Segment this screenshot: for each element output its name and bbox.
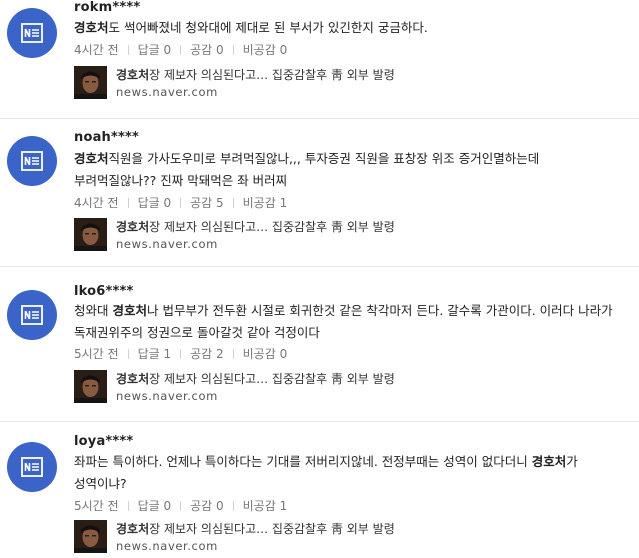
comment-author[interactable]: noah**** — [74, 130, 139, 145]
news-keyword: 경호처 — [116, 220, 150, 234]
news-title[interactable]: 경호처장 제보자 의심된다고… 집중감찰후 靑 외부 발령 — [116, 520, 395, 537]
comment-list: rokm**** 경호처도 썩어빠졌네 청와대에 제대로 된 부서가 있긴한지 … — [0, 0, 639, 558]
reply-button[interactable]: 답글 0 — [138, 41, 172, 58]
avatar[interactable] — [7, 136, 57, 186]
divider — [232, 500, 234, 511]
news-source: news.naver.com — [116, 389, 218, 403]
news-title[interactable]: 경호처장 제보자 의심된다고… 집중감찰후 靑 외부 발령 — [116, 218, 395, 235]
comment-meta: 4시간 전 답글 0 공감 0 비공감 0 — [74, 41, 287, 58]
comment-text: 직원을 가사도우미로 부려먹질않나,,, 투자증권 직원을 표창장 위조 증거인… — [74, 151, 540, 188]
like-button[interactable]: 공감 0 — [190, 497, 224, 514]
dislike-button[interactable]: 비공감 1 — [243, 194, 288, 211]
comment-text: 나 법무부가 전두환 시절로 회귀한것 같은 착각마저 든다. 갈수록 가관이다… — [74, 303, 613, 340]
reply-button[interactable]: 답글 1 — [138, 345, 172, 362]
news-source: news.naver.com — [116, 237, 218, 251]
news-link[interactable]: 경호처장 제보자 의심된다고… 집중감찰후 靑 외부 발령 news.naver… — [74, 218, 574, 254]
comment-time: 5시간 전 — [74, 499, 119, 513]
dislike-button[interactable]: 비공감 1 — [243, 497, 288, 514]
comment-body: 경호처직원을 가사도우미로 부려먹질않나,,, 투자증권 직원을 표창장 위조 … — [74, 148, 619, 192]
naver-news-icon — [21, 151, 43, 171]
news-title[interactable]: 경호처장 제보자 의심된다고… 집중감찰후 靑 외부 발령 — [116, 370, 395, 387]
comment-time: 4시간 전 — [74, 196, 119, 210]
news-title-text: 장 제보자 의심된다고… 집중감찰후 靑 외부 발령 — [149, 220, 395, 234]
divider — [127, 44, 129, 55]
like-button[interactable]: 공감 5 — [190, 194, 224, 211]
news-link[interactable]: 경호처장 제보자 의심된다고… 집중감찰후 靑 외부 발령 news.naver… — [74, 520, 574, 556]
news-title-text: 장 제보자 의심된다고… 집중감찰후 靑 외부 발령 — [149, 522, 395, 536]
reply-button[interactable]: 답글 0 — [138, 194, 172, 211]
comment-item: loya**** 좌파는 특이하다. 언제나 특이하다는 기대를 저버리지않네.… — [0, 434, 639, 558]
dislike-button[interactable]: 비공감 0 — [243, 345, 288, 362]
naver-news-icon — [21, 305, 43, 325]
avatar[interactable] — [7, 442, 57, 492]
comment-item: rokm**** 경호처도 썩어빠졌네 청와대에 제대로 된 부서가 있긴한지 … — [0, 0, 639, 110]
news-thumbnail — [74, 66, 107, 99]
comment-meta: 4시간 전 답글 0 공감 5 비공감 1 — [74, 194, 287, 211]
comment-text: 도 썩어빠졌네 청와대에 제대로 된 부서가 있긴한지 궁금하다. — [108, 20, 428, 35]
news-keyword: 경호처 — [116, 68, 150, 82]
divider — [180, 44, 182, 55]
divider — [0, 421, 639, 422]
news-title[interactable]: 경호처장 제보자 의심된다고… 집중감찰후 靑 외부 발령 — [116, 66, 395, 83]
news-thumbnail — [74, 370, 107, 403]
news-thumbnail — [74, 218, 107, 251]
like-button[interactable]: 공감 2 — [190, 345, 224, 362]
comment-time: 5시간 전 — [74, 347, 119, 361]
reply-button[interactable]: 답글 0 — [138, 497, 172, 514]
divider — [232, 44, 234, 55]
divider — [180, 348, 182, 359]
avatar[interactable] — [7, 8, 57, 58]
divider — [0, 118, 639, 119]
news-title-text: 장 제보자 의심된다고… 집중감찰후 靑 외부 발령 — [149, 372, 395, 386]
comment-author[interactable]: lko6**** — [74, 284, 134, 299]
comment-item: lko6**** 청와대 경호처나 법무부가 전두환 시절로 회귀한것 같은 착… — [0, 282, 639, 412]
comment-keyword: 경호처 — [531, 454, 567, 469]
news-source: news.naver.com — [116, 85, 218, 99]
naver-news-icon — [21, 23, 43, 43]
comment-meta: 5시간 전 답글 0 공감 0 비공감 1 — [74, 497, 287, 514]
news-thumbnail — [74, 520, 107, 553]
divider — [127, 500, 129, 511]
divider — [232, 197, 234, 208]
comment-item: noah**** 경호처직원을 가사도우미로 부려먹질않나,,, 투자증권 직원… — [0, 128, 639, 258]
divider — [180, 500, 182, 511]
naver-news-icon — [21, 457, 43, 477]
comment-body: 좌파는 특이하다. 언제나 특이하다는 기대를 저버리지않네. 전정부때는 성역… — [74, 451, 619, 495]
divider — [180, 197, 182, 208]
dislike-button[interactable]: 비공감 0 — [243, 41, 288, 58]
comment-meta: 5시간 전 답글 1 공감 2 비공감 0 — [74, 345, 287, 362]
news-title-text: 장 제보자 의심된다고… 집중감찰후 靑 외부 발령 — [149, 68, 395, 82]
news-keyword: 경호처 — [116, 372, 150, 386]
news-link[interactable]: 경호처장 제보자 의심된다고… 집중감찰후 靑 외부 발령 news.naver… — [74, 66, 574, 102]
divider — [232, 348, 234, 359]
comment-body: 청와대 경호처나 법무부가 전두환 시절로 회귀한것 같은 착각마저 든다. 갈… — [74, 300, 619, 344]
comment-time: 4시간 전 — [74, 43, 119, 57]
comment-keyword: 경호처 — [74, 20, 109, 35]
comment-author[interactable]: rokm**** — [74, 0, 140, 15]
divider — [0, 266, 639, 267]
comment-keyword: 경호처 — [112, 303, 147, 318]
comment-body: 경호처도 썩어빠졌네 청와대에 제대로 된 부서가 있긴한지 궁금하다. — [74, 17, 619, 39]
comment-keyword: 경호처 — [74, 151, 109, 166]
news-link[interactable]: 경호처장 제보자 의심된다고… 집중감찰후 靑 외부 발령 news.naver… — [74, 370, 574, 406]
like-button[interactable]: 공감 0 — [190, 41, 224, 58]
comment-author[interactable]: loya**** — [74, 434, 133, 449]
divider — [127, 197, 129, 208]
divider — [127, 348, 129, 359]
news-source: news.naver.com — [116, 539, 218, 553]
avatar[interactable] — [7, 290, 57, 340]
comment-text: 청와대 — [74, 303, 113, 318]
news-keyword: 경호처 — [116, 522, 150, 536]
comment-text: 좌파는 특이하다. 언제나 특이하다는 기대를 저버리지않네. 전정부때는 성역… — [74, 454, 532, 469]
